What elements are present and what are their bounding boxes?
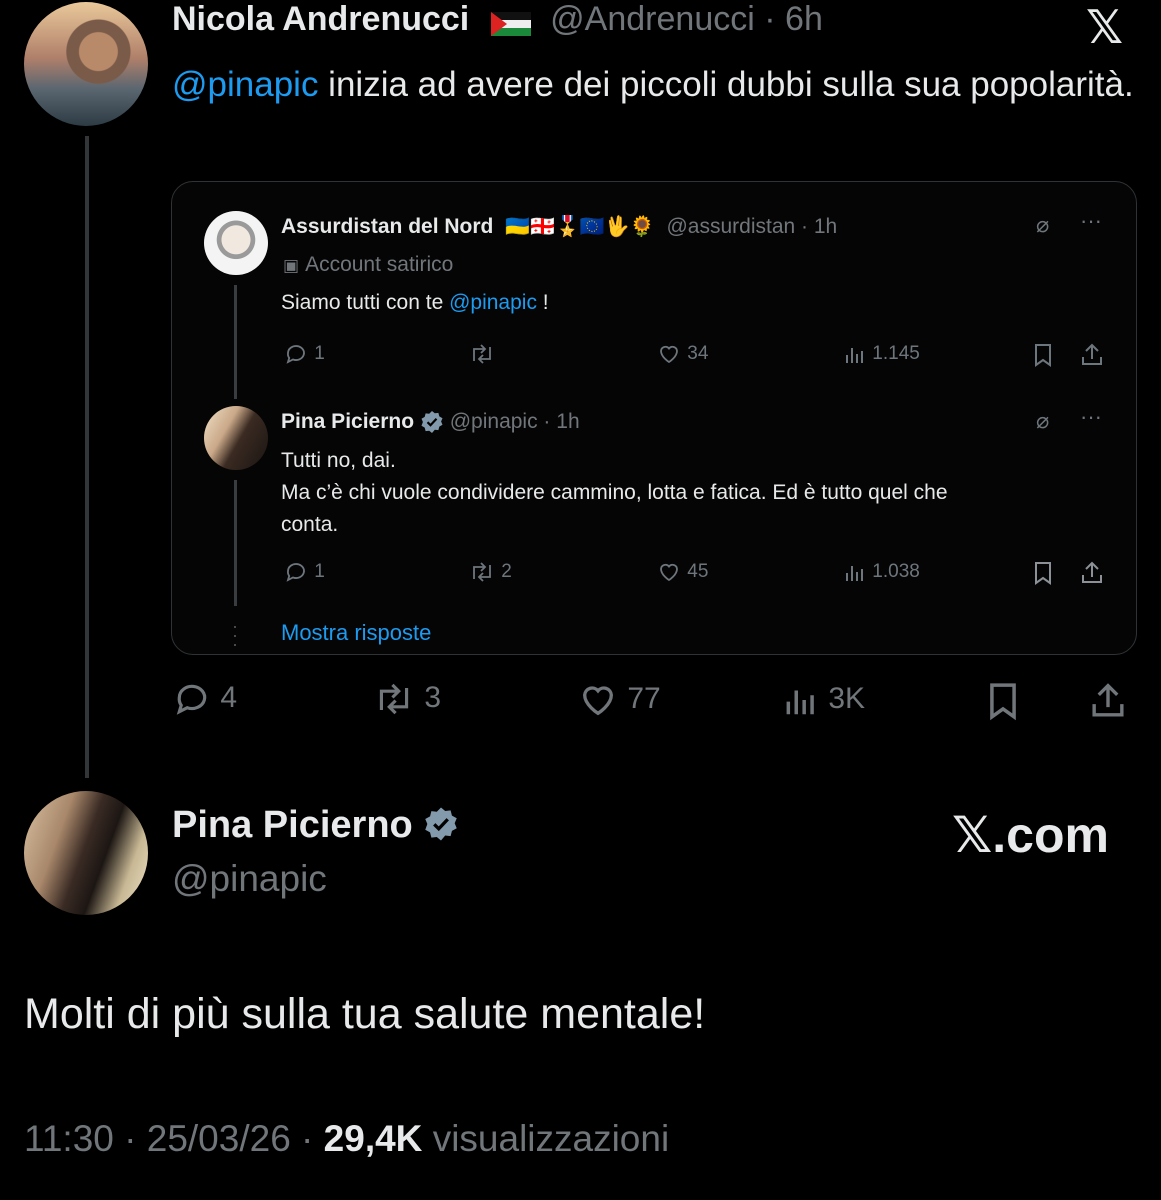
palestine-flag-icon <box>490 6 531 37</box>
views-button[interactable]: 3K <box>782 680 865 720</box>
reply-time[interactable]: 11:30 <box>24 1118 114 1159</box>
share-icon <box>1092 683 1124 717</box>
author-handle[interactable]: @Andrenucci <box>550 0 755 38</box>
quoted-post-header: Pina Picierno @pinapic · 1h <box>281 410 580 434</box>
reply-button[interactable]: 4 <box>172 680 237 718</box>
quoted-views-stat: 1.145 <box>843 342 920 366</box>
bookmark-icon <box>1031 560 1055 591</box>
tweet-time[interactable]: 6h <box>785 0 823 38</box>
reply-icon <box>286 563 305 582</box>
quoted-reply-stat: 1 <box>283 560 325 584</box>
verified-badge-icon <box>425 807 458 841</box>
quoted-reply-stat: 1 <box>283 342 325 366</box>
grok-icon: ⌀ <box>1036 212 1050 237</box>
thread-connector <box>85 136 89 778</box>
quoted-like-stat: 34 <box>656 342 708 366</box>
reply-icon <box>176 684 207 715</box>
bookmark-button[interactable] <box>984 680 1022 727</box>
views-icon <box>846 566 863 581</box>
quoted-mention: @pinapic <box>449 291 537 314</box>
quoted-author-name: Assurdistan del Nord <box>281 215 494 238</box>
bookmark-icon <box>1031 342 1055 373</box>
bookmark-icon <box>990 683 1016 721</box>
quoted-avatar-pina <box>204 406 268 470</box>
x-com-brand: 𝕏.com <box>952 807 1109 863</box>
reply-author-name[interactable]: Pina Picierno <box>172 804 413 846</box>
reply-author-handle[interactable]: @pinapic <box>172 858 327 900</box>
quoted-repost-stat <box>468 342 496 366</box>
quoted-author-handle: @assurdistan · 1h <box>666 215 838 238</box>
quoted-author-handle: @pinapic · 1h <box>449 410 580 433</box>
quoted-thread-line <box>234 285 237 399</box>
quoted-author-name: Pina Picierno <box>281 410 415 433</box>
reply-header: Pina Picierno <box>172 804 459 848</box>
quoted-emoji-flags: 🇺🇦🇬🇪🎖️🇪🇺🖖🌻 <box>505 216 655 238</box>
reply-date[interactable]: 25/03/26 <box>147 1118 291 1159</box>
verified-badge-icon <box>421 411 443 434</box>
quoted-thread-line <box>234 480 237 606</box>
repost-icon <box>379 683 409 715</box>
like-button[interactable]: 77 <box>577 680 661 720</box>
repost-icon <box>473 562 491 582</box>
tweet-text: @pinapic inizia ad avere dei piccoli dub… <box>172 65 1134 104</box>
quoted-post-text: Siamo tutti con te @pinapic ! <box>281 291 549 314</box>
quoted-post-text: Tutti no, dai. Ma c’è chi vuole condivid… <box>281 449 948 536</box>
author-name[interactable]: Nicola Andrenucci <box>172 0 469 38</box>
mention-link[interactable]: @pinapic <box>172 65 318 104</box>
quoted-repost-stat: 2 <box>468 560 512 584</box>
views-count: 3K <box>828 681 866 715</box>
reply-views-count: 29,4K <box>323 1118 423 1159</box>
show-replies-link: Mostra risposte <box>281 620 432 645</box>
x-logo-icon: 𝕏 <box>1086 1 1124 53</box>
share-button[interactable] <box>1088 680 1128 727</box>
views-icon <box>786 690 814 715</box>
heart-icon <box>660 345 678 364</box>
satirical-badge: ▣ Account satirico <box>283 253 454 276</box>
heart-icon <box>582 686 614 716</box>
quoted-like-stat: 45 <box>656 560 708 584</box>
reply-text: Molti di più sulla tua salute mentale! <box>24 990 706 1038</box>
author-avatar[interactable] <box>24 2 148 126</box>
repost-count: 3 <box>424 680 442 714</box>
mask-icon: ▣ <box>283 256 300 275</box>
reply-views-label: visualizzazioni <box>432 1118 670 1159</box>
more-icon: ··· <box>1080 404 1102 429</box>
reply-meta: 11:30 · 25/03/26 · 29,4K visualizzazioni <box>24 1118 670 1159</box>
more-icon: ··· <box>1080 208 1102 233</box>
share-icon <box>1079 560 1105 591</box>
reply-icon <box>286 345 305 364</box>
repost-icon <box>473 344 491 364</box>
thread-dots: · · · <box>232 616 238 654</box>
repost-button[interactable]: 3 <box>372 680 441 718</box>
heart-icon <box>660 563 678 582</box>
grok-icon: ⌀ <box>1036 408 1050 433</box>
views-icon <box>846 348 863 363</box>
quoted-post-header: Assurdistan del Nord 🇺🇦🇬🇪🎖️🇪🇺🖖🌻 @assurdi… <box>281 214 837 239</box>
share-icon <box>1079 342 1105 373</box>
reply-author-avatar[interactable] <box>24 791 148 915</box>
tweet-header: Nicola Andrenucci @Andrenucci · 6h <box>172 0 823 38</box>
reply-count: 4 <box>220 680 238 714</box>
quoted-avatar-assurdistan <box>204 211 268 275</box>
like-count: 77 <box>627 681 661 715</box>
quoted-views-stat: 1.038 <box>843 560 920 584</box>
